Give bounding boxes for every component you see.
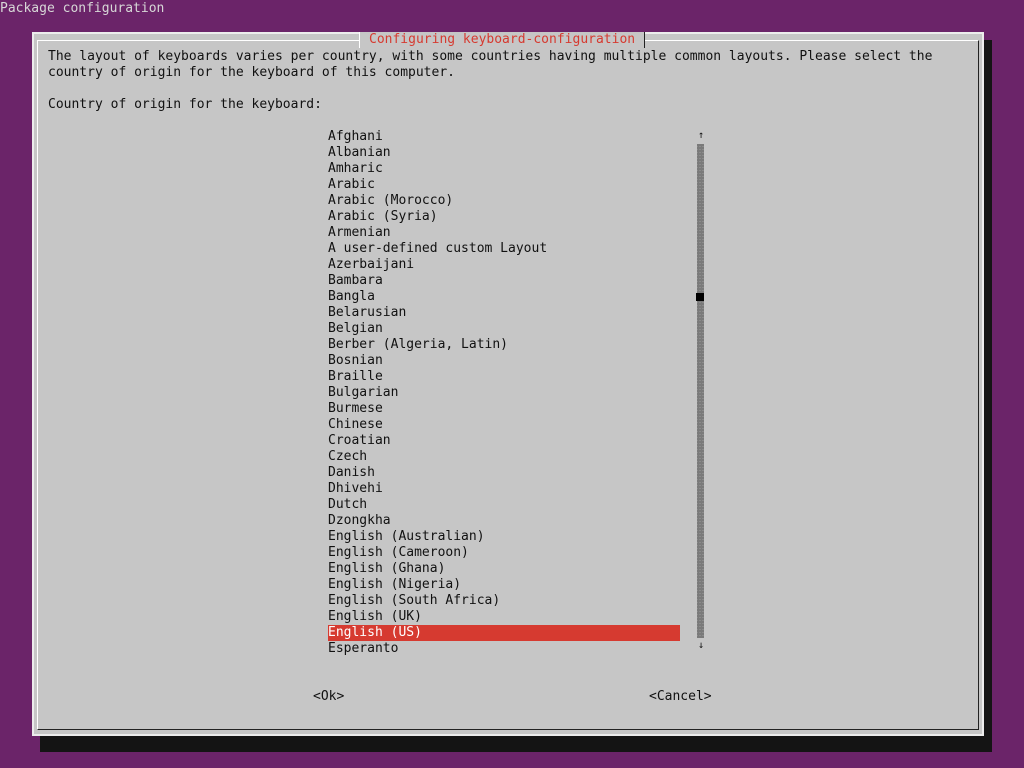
- list-item[interactable]: English (UK): [328, 609, 680, 625]
- cancel-button[interactable]: <Cancel>: [649, 689, 712, 705]
- list-item[interactable]: Braille: [328, 369, 680, 385]
- dialog-description-line-2: country of origin for the keyboard of th…: [48, 65, 455, 80]
- scrollbar-thumb[interactable]: [696, 293, 704, 301]
- list-item[interactable]: Dutch: [328, 497, 680, 513]
- list-item[interactable]: Esperanto: [328, 641, 680, 657]
- list-item[interactable]: Belgian: [328, 321, 680, 337]
- list-item[interactable]: Berber (Algeria, Latin): [328, 337, 680, 353]
- list-item[interactable]: Bulgarian: [328, 385, 680, 401]
- list-item[interactable]: Belarusian: [328, 305, 680, 321]
- vertical-scrollbar[interactable]: [697, 144, 704, 638]
- list-item[interactable]: Bangla: [328, 289, 680, 305]
- list-item[interactable]: Amharic: [328, 161, 680, 177]
- scroll-down-icon[interactable]: ↓: [696, 641, 706, 651]
- list-item[interactable]: Dzongkha: [328, 513, 680, 529]
- list-item[interactable]: Danish: [328, 465, 680, 481]
- dialog-description-line-1: The layout of keyboards varies per count…: [48, 49, 933, 64]
- list-item[interactable]: Azerbaijani: [328, 257, 680, 273]
- list-item[interactable]: A user-defined custom Layout: [328, 241, 680, 257]
- screen-title: Package configuration: [0, 1, 165, 16]
- list-item[interactable]: English (South Africa): [328, 593, 680, 609]
- list-item[interactable]: English (Australian): [328, 529, 680, 545]
- list-item[interactable]: English (Ghana): [328, 561, 680, 577]
- list-item[interactable]: Albanian: [328, 145, 680, 161]
- list-item-selected[interactable]: English (US): [328, 625, 680, 641]
- dialog-title: Configuring keyboard-configuration: [359, 32, 646, 48]
- list-item[interactable]: Arabic (Syria): [328, 209, 680, 225]
- list-item[interactable]: Chinese: [328, 417, 680, 433]
- list-item[interactable]: Armenian: [328, 225, 680, 241]
- list-item[interactable]: Arabic: [328, 177, 680, 193]
- list-item[interactable]: Bambara: [328, 273, 680, 289]
- list-item[interactable]: English (Nigeria): [328, 577, 680, 593]
- country-list-box[interactable]: Afghani Albanian Amharic Arabic Arabic (…: [327, 129, 707, 657]
- list-item[interactable]: Arabic (Morocco): [328, 193, 680, 209]
- list-item[interactable]: Dhivehi: [328, 481, 680, 497]
- scroll-up-icon[interactable]: ↑: [696, 131, 706, 141]
- list-item[interactable]: Croatian: [328, 433, 680, 449]
- list-item[interactable]: English (Cameroon): [328, 545, 680, 561]
- list-item[interactable]: Afghani: [328, 129, 680, 145]
- country-origin-prompt: Country of origin for the keyboard:: [48, 97, 322, 112]
- list-item[interactable]: Bosnian: [328, 353, 680, 369]
- list-item[interactable]: Czech: [328, 449, 680, 465]
- list-item[interactable]: Burmese: [328, 401, 680, 417]
- ok-button[interactable]: <Ok>: [313, 689, 344, 705]
